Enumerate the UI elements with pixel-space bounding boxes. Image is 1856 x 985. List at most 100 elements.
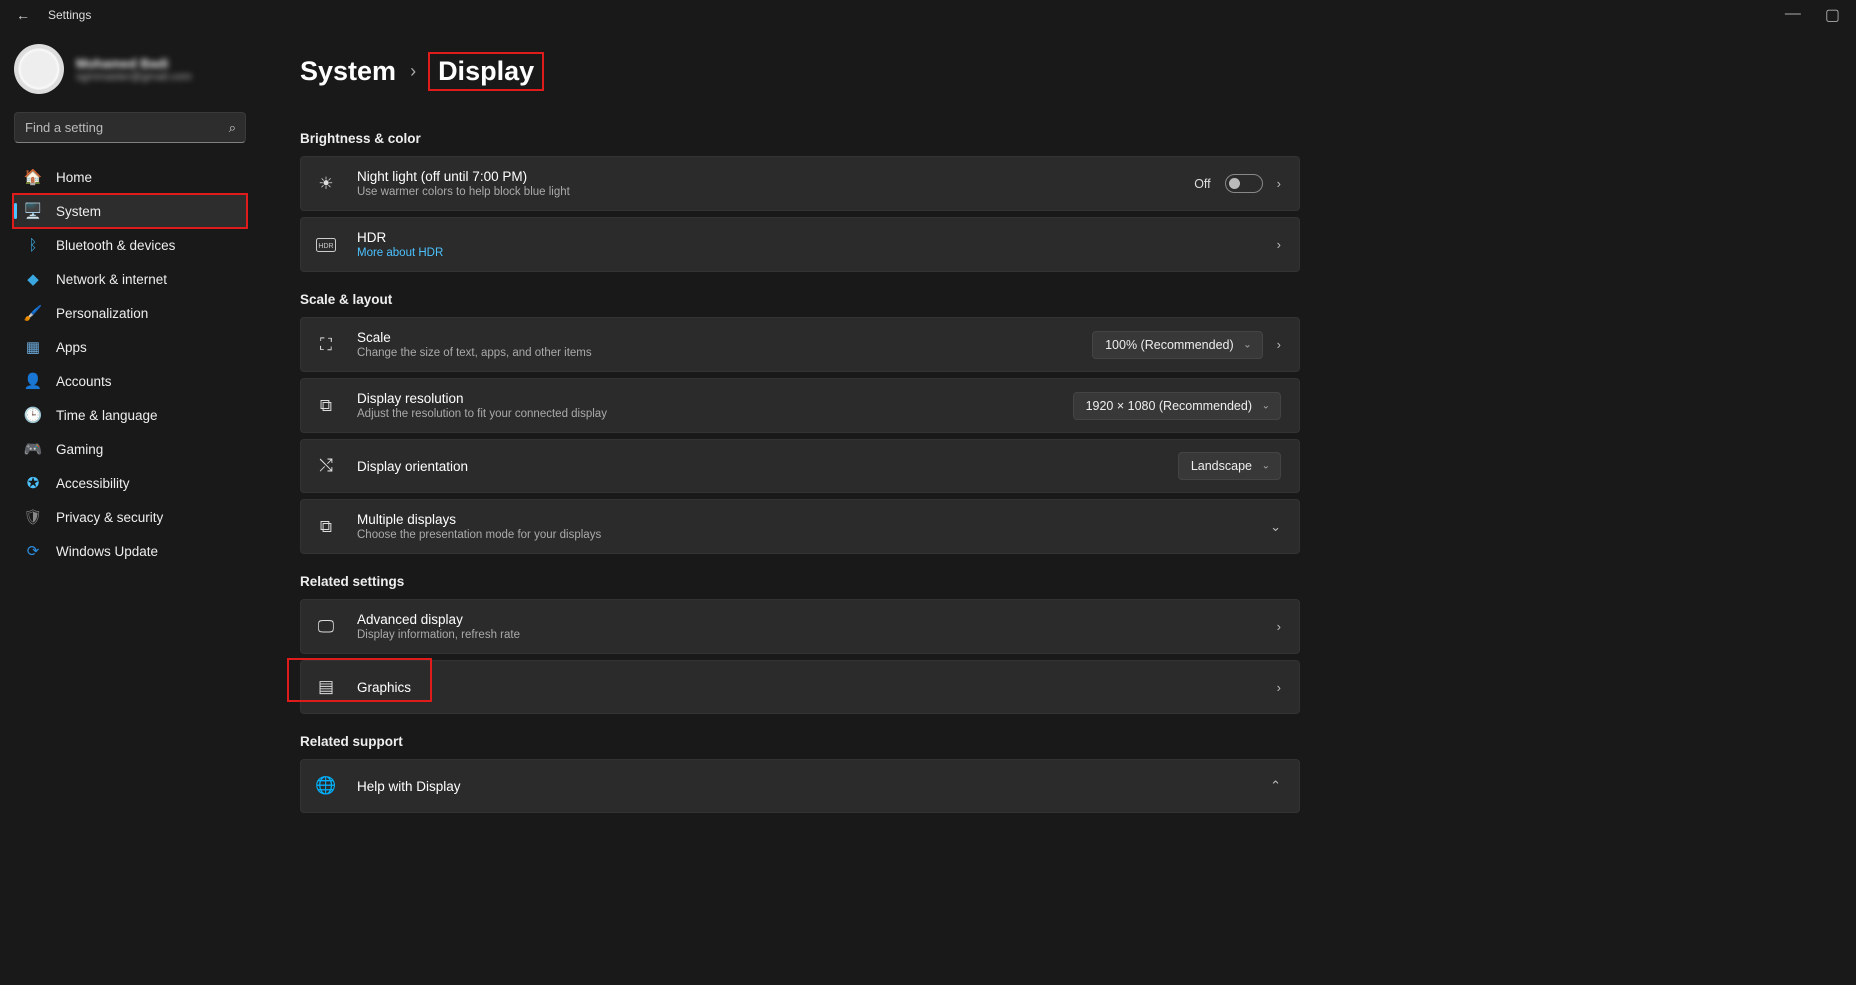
nav-label: Network & internet (56, 272, 167, 287)
nav-personalization-icon: 🖌️ (24, 304, 42, 322)
nav-bluetooth-icon: ᛒ (24, 236, 42, 254)
maximize-button[interactable]: ▢ (1825, 5, 1840, 25)
multiple-sub: Choose the presentation mode for your di… (357, 529, 1250, 541)
night-light-sub: Use warmer colors to help block blue lig… (357, 186, 1174, 198)
graphics-title: Graphics (357, 680, 1257, 695)
nav-apps[interactable]: ▦ Apps (14, 331, 246, 363)
titlebar: ← Settings ― ▢ (0, 0, 1856, 30)
breadcrumb-parent[interactable]: System (300, 56, 396, 87)
minimize-button[interactable]: ― (1785, 5, 1801, 25)
nav-label: Apps (56, 340, 87, 355)
night-light-toggle[interactable] (1225, 174, 1263, 193)
nav-time-icon: 🕒 (24, 406, 42, 424)
nav-accounts-icon: 👤 (24, 372, 42, 390)
chevron-down-icon: ⌄ (1270, 519, 1281, 535)
nav-update-icon: ⟳ (24, 542, 42, 560)
section-brightness-title: Brightness & color (300, 131, 1300, 146)
search-icon: ⌕ (229, 120, 236, 136)
sun-icon: ☀ (315, 173, 337, 195)
search-wrapper: ⌕ (14, 112, 246, 143)
nav-apps-icon: ▦ (24, 338, 42, 356)
night-light-title: Night light (off until 7:00 PM) (357, 169, 1174, 184)
nav-label: Time & language (56, 408, 158, 423)
chevron-right-icon: › (1277, 680, 1281, 695)
nav-accounts[interactable]: 👤Accounts (14, 365, 246, 397)
night-light-state: Off (1194, 177, 1210, 191)
nav-gaming[interactable]: 🎮Gaming (14, 433, 246, 465)
user-email: sgmmaster@gmail.com (76, 71, 192, 83)
resolution-title: Display resolution (357, 391, 1053, 406)
nav-network-icon: ◆ (24, 270, 42, 288)
scale-select[interactable]: 100% (Recommended)⌄ (1092, 331, 1263, 359)
help-display-row[interactable]: 🌐 Help with Display ⌃ (300, 759, 1300, 813)
nav-label: Windows Update (56, 544, 158, 559)
nav-privacy[interactable]: 🛡 Privacy & security (14, 501, 246, 533)
nav-accessibility[interactable]: ✪Accessibility (14, 467, 246, 499)
main-content: System › Display Brightness & color ☀ Ni… (260, 30, 1340, 985)
nav-label: Privacy & security (56, 510, 163, 525)
scale-icon: ⛶ (315, 334, 337, 356)
resolution-sub: Adjust the resolution to fit your connec… (357, 408, 1053, 420)
nav-system[interactable]: 🖥️ System (14, 195, 246, 227)
section-scale-title: Scale & layout (300, 292, 1300, 307)
advanced-title: Advanced display (357, 612, 1257, 627)
hdr-row[interactable]: HDR HDR More about HDR › (300, 217, 1300, 272)
chevron-right-icon: › (1277, 176, 1281, 191)
back-button[interactable]: ← (16, 7, 30, 23)
hdr-link[interactable]: More about HDR (357, 247, 1257, 259)
globe-icon: 🌐 (315, 775, 337, 797)
multiple-displays-icon: ⧉ (315, 516, 337, 538)
scale-row[interactable]: ⛶ Scale Change the size of text, apps, a… (300, 317, 1300, 372)
window-title: Settings (48, 8, 91, 22)
graphics-icon: ▤ (315, 676, 337, 698)
breadcrumb: System › Display (300, 54, 1300, 89)
breadcrumb-current: Display (430, 54, 542, 89)
chevron-up-icon: ⌃ (1270, 778, 1281, 794)
chevron-right-icon: › (410, 61, 416, 82)
nav-home[interactable]: 🏠Home (14, 161, 246, 193)
graphics-row[interactable]: ▤ Graphics › (300, 660, 1300, 714)
nav-time[interactable]: 🕒 Time & language (14, 399, 246, 431)
nav-gaming-icon: 🎮 (24, 440, 42, 458)
nav-privacy-icon: 🛡 (24, 508, 42, 526)
avatar (14, 44, 64, 94)
nav-update[interactable]: ⟳ Windows Update (14, 535, 246, 567)
chevron-right-icon: › (1277, 237, 1281, 252)
nav-label: Accessibility (56, 476, 130, 491)
nav-label: Home (56, 170, 92, 185)
section-support-title: Related support (300, 734, 1300, 749)
multiple-displays-row[interactable]: ⧉ Multiple displays Choose the presentat… (300, 499, 1300, 554)
search-input[interactable] (14, 112, 246, 143)
chevron-right-icon: › (1277, 619, 1281, 634)
monitor-icon: 🖵 (315, 616, 337, 638)
night-light-row[interactable]: ☀ Night light (off until 7:00 PM) Use wa… (300, 156, 1300, 211)
user-name: Mohamed Badi (76, 56, 192, 71)
window-controls: ― ▢ (1785, 5, 1856, 25)
help-title: Help with Display (357, 779, 1250, 794)
scale-title: Scale (357, 330, 1072, 345)
chevron-right-icon: › (1277, 337, 1281, 352)
orientation-title: Display orientation (357, 459, 1158, 474)
chevron-down-icon: ⌄ (1243, 339, 1251, 350)
nav-personalization[interactable]: 🖌️Personalization (14, 297, 246, 329)
nav-label: System (56, 204, 101, 219)
orientation-row[interactable]: ⤭ Display orientation Landscape⌄ (300, 439, 1300, 493)
user-block[interactable]: Mohamed Badi sgmmaster@gmail.com (14, 44, 246, 94)
scale-sub: Change the size of text, apps, and other… (357, 347, 1072, 359)
orientation-icon: ⤭ (315, 455, 337, 477)
nav-network[interactable]: ◆ Network & internet (14, 263, 246, 295)
orientation-select[interactable]: Landscape⌄ (1178, 452, 1281, 480)
resolution-row[interactable]: ⧉ Display resolution Adjust the resoluti… (300, 378, 1300, 433)
hdr-title: HDR (357, 230, 1257, 245)
hdr-icon: HDR (315, 234, 337, 256)
svg-text:HDR: HDR (318, 243, 333, 250)
chevron-down-icon: ⌄ (1262, 461, 1270, 472)
nav-bluetooth[interactable]: ᛒBluetooth & devices (14, 229, 246, 261)
chevron-down-icon: ⌄ (1262, 400, 1270, 411)
nav-list: 🏠Home 🖥️ System ᛒBluetooth & devices ◆ Networ… (14, 161, 246, 567)
resolution-select[interactable]: 1920 × 1080 (Recommended)⌄ (1073, 392, 1281, 420)
multiple-title: Multiple displays (357, 512, 1250, 527)
nav-system-icon: 🖥️ (24, 202, 42, 220)
section-related-title: Related settings (300, 574, 1300, 589)
advanced-display-row[interactable]: 🖵 Advanced display Display information, … (300, 599, 1300, 654)
